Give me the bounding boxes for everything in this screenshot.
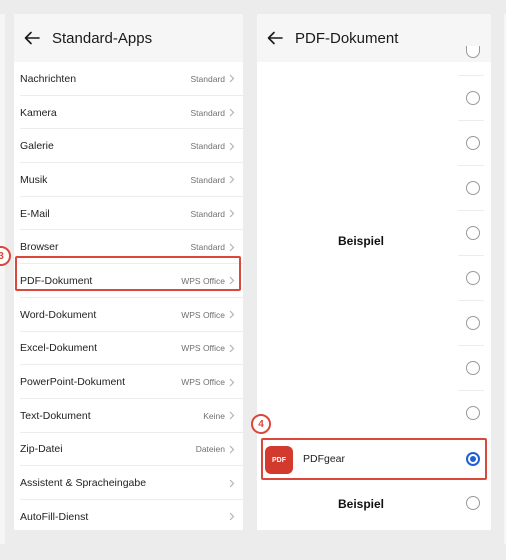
- list-item-excel-dokument[interactable]: Excel-Dokument WPS Office: [14, 332, 243, 366]
- chevron-right-icon: [229, 310, 237, 320]
- page-title: PDF-Dokument: [295, 29, 399, 47]
- list-item-value: WPS Office: [181, 377, 225, 388]
- arrow-left-icon: [24, 31, 40, 45]
- list-item-value: Keine: [203, 410, 225, 421]
- page-title: Standard-Apps: [52, 29, 153, 47]
- list-item-word-dokument[interactable]: Word-Dokument WPS Office: [14, 298, 243, 332]
- list-item-value: Standard: [190, 174, 226, 185]
- list-item-kamera[interactable]: Kamera Standard: [14, 96, 243, 130]
- pdfgear-option-highlight[interactable]: [261, 438, 487, 480]
- pdfgear-app-name: PDFgear: [303, 453, 346, 465]
- list-item-label: Browser: [20, 241, 59, 254]
- app-radio[interactable]: [466, 226, 480, 240]
- tutorial-canvas: Standard-Apps Nachrichten Standard Kamera…: [0, 0, 506, 560]
- pdfgear-radio-selected[interactable]: [466, 452, 480, 466]
- list-item-nachrichten[interactable]: Nachrichten Standard: [14, 62, 243, 96]
- list-item-label: Galerie: [20, 140, 54, 153]
- list-item-label: Word-Dokument: [20, 308, 97, 321]
- list-item-value: WPS Office: [181, 309, 225, 320]
- divider: [458, 390, 484, 391]
- chevron-right-icon: [229, 74, 237, 84]
- chevron-right-icon: [229, 108, 237, 118]
- chevron-right-icon: [229, 377, 237, 387]
- chevron-right-icon: [229, 444, 237, 454]
- divider: [458, 120, 484, 121]
- app-radio[interactable]: [466, 136, 480, 150]
- chevron-right-icon: [229, 411, 237, 421]
- app-radio[interactable]: [466, 316, 480, 330]
- list-item-label: Excel-Dokument: [20, 342, 98, 355]
- list-item-value: WPS Office: [181, 343, 225, 354]
- list-item-label: Musik: [20, 173, 48, 186]
- app-radio[interactable]: [466, 271, 480, 285]
- chevron-right-icon: [229, 343, 237, 353]
- list-item-zip-datei[interactable]: Zip-Datei Dateien: [14, 433, 243, 467]
- list-item-label: Zip-Datei: [20, 443, 63, 456]
- list-item-label: E-Mail: [20, 207, 50, 220]
- divider: [458, 165, 484, 166]
- list-item-text-dokument[interactable]: Text-Dokument Keine: [14, 399, 243, 433]
- list-item-value: Standard: [190, 107, 226, 118]
- pdf-document-header: PDF-Dokument: [257, 14, 491, 62]
- list-item-value: Standard: [190, 73, 226, 84]
- list-item-value: Standard: [190, 141, 226, 152]
- placeholder-label: Beispiel: [338, 497, 385, 511]
- chevron-right-icon: [229, 242, 237, 252]
- list-item-e-mail[interactable]: E-Mail Standard: [14, 197, 243, 231]
- list-item-assistent-spracheingabe[interactable]: Assistent & Spracheingabe: [14, 466, 243, 500]
- back-button[interactable]: [263, 26, 287, 50]
- pdf-dokument-highlight: [15, 256, 241, 291]
- list-item-powerpoint-dokument[interactable]: PowerPoint-Dokument WPS Office: [14, 365, 243, 399]
- divider: [458, 75, 484, 76]
- list-item-value: Standard: [190, 208, 226, 219]
- list-item-galerie[interactable]: Galerie Standard: [14, 129, 243, 163]
- list-item-value: Dateien: [195, 444, 225, 455]
- list-item-label: Assistent & Spracheingabe: [20, 477, 147, 490]
- app-radio[interactable]: [466, 181, 480, 195]
- divider: [458, 300, 484, 301]
- chevron-right-icon: [229, 175, 237, 185]
- list-item-label: Nachrichten: [20, 72, 77, 85]
- step-badge: 4: [251, 414, 271, 434]
- step-badge: 3: [0, 246, 11, 266]
- list-item-label: Text-Dokument: [20, 409, 91, 422]
- app-radio[interactable]: [466, 91, 480, 105]
- list-item-label: AutoFill-Dienst: [20, 510, 89, 523]
- default-apps-list: Nachrichten Standard Kamera Standard Galer…: [14, 62, 243, 530]
- chevron-right-icon: [229, 209, 237, 219]
- pdfgear-app-icon: PDF: [265, 446, 293, 474]
- chevron-right-icon: [229, 512, 237, 522]
- chevron-right-icon: [229, 141, 237, 151]
- back-button[interactable]: [20, 26, 44, 50]
- list-item-musik[interactable]: Musik Standard: [14, 163, 243, 197]
- previous-screen-edge: [0, 14, 5, 544]
- default-apps-header: Standard-Apps: [14, 14, 243, 62]
- list-item-value: Standard: [190, 242, 226, 253]
- arrow-left-icon: [267, 31, 283, 45]
- chevron-right-icon: [229, 478, 237, 488]
- list-item-label: Kamera: [20, 106, 57, 119]
- pdfgear-icon-text: PDF: [272, 456, 286, 464]
- list-item-label: PowerPoint-Dokument: [20, 376, 126, 389]
- divider: [458, 345, 484, 346]
- placeholder-label: Beispiel: [338, 234, 385, 248]
- divider: [458, 255, 484, 256]
- app-radio[interactable]: [466, 361, 480, 375]
- app-radio[interactable]: [466, 406, 480, 420]
- app-radio[interactable]: [466, 496, 480, 510]
- list-item-autofill-dienst[interactable]: AutoFill-Dienst: [14, 500, 243, 530]
- divider: [458, 210, 484, 211]
